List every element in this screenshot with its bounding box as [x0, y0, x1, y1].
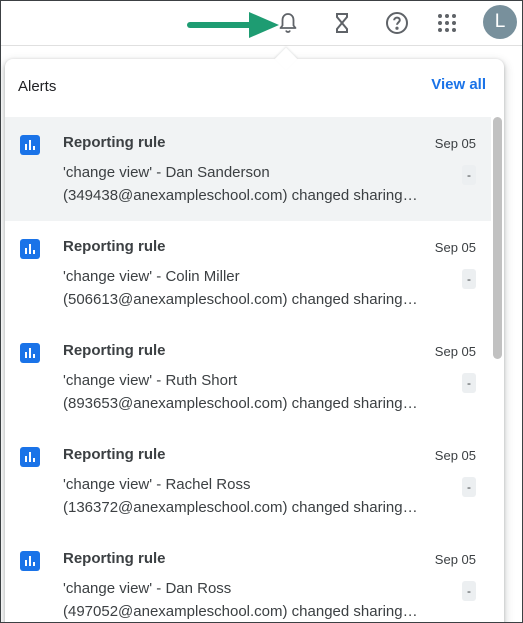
pointer-arrow-annotation	[187, 12, 279, 38]
alert-status-badge: -	[462, 269, 476, 289]
alert-title: Reporting rule	[63, 134, 166, 151]
alert-title: Reporting rule	[63, 550, 166, 567]
alert-date: Sep 05	[434, 240, 476, 255]
alert-item[interactable]: Reporting rule Sep 05 'change view' - Ruth…	[5, 325, 492, 429]
help-icon[interactable]	[381, 7, 413, 39]
alert-item[interactable]: Reporting rule Sep 05 'change view' - Coli…	[5, 221, 492, 325]
alert-date: Sep 05	[434, 552, 476, 567]
alert-detail-line: (893653@anexampleschool.com) changed sha…	[63, 395, 418, 412]
report-chart-icon	[20, 447, 40, 467]
report-chart-icon	[20, 135, 40, 155]
alert-status-badge: -	[462, 165, 476, 185]
alerts-panel: Alerts View all Reporting rule Sep 05 'cha…	[5, 59, 504, 622]
alerts-title: Alerts	[18, 78, 57, 95]
alert-date: Sep 05	[434, 136, 476, 151]
alert-summary-line: 'change view' - Colin Miller	[63, 268, 240, 285]
avatar-initial: L	[494, 11, 506, 32]
apps-grid-icon[interactable]	[431, 7, 463, 39]
alert-detail-line: (497052@anexampleschool.com) changed sha…	[63, 603, 418, 620]
alert-title: Reporting rule	[63, 342, 166, 359]
alert-date: Sep 05	[434, 344, 476, 359]
hourglass-icon[interactable]	[326, 7, 358, 39]
alert-item[interactable]: Reporting rule Sep 05 'change view' - Dan …	[5, 533, 492, 622]
alert-detail-line: (136372@anexampleschool.com) changed sha…	[63, 499, 418, 516]
report-chart-icon	[20, 551, 40, 571]
account-avatar[interactable]: L	[483, 5, 517, 39]
report-chart-icon	[20, 343, 40, 363]
view-all-link[interactable]: View all	[431, 76, 486, 93]
alerts-list: Reporting rule Sep 05 'change view' - Dan …	[5, 117, 492, 622]
report-chart-icon	[20, 239, 40, 259]
alert-summary-line: 'change view' - Rachel Ross	[63, 476, 251, 493]
alert-title: Reporting rule	[63, 238, 166, 255]
alert-summary-line: 'change view' - Dan Ross	[63, 580, 232, 597]
alert-title: Reporting rule	[63, 446, 166, 463]
alert-detail-line: (506613@anexampleschool.com) changed sha…	[63, 291, 418, 308]
alert-item[interactable]: Reporting rule Sep 05 'change view' - Dan …	[5, 117, 492, 221]
alert-status-badge: -	[462, 373, 476, 393]
alert-date: Sep 05	[434, 448, 476, 463]
alert-item[interactable]: Reporting rule Sep 05 'change view' - Rach…	[5, 429, 492, 533]
alert-summary-line: 'change view' - Ruth Short	[63, 372, 238, 389]
window-frame: L Alerts View all Reporting rule Sep 05 'c…	[0, 0, 523, 623]
alert-status-badge: -	[462, 477, 476, 497]
alert-status-badge: -	[462, 581, 476, 601]
scrollbar-thumb[interactable]	[493, 117, 502, 359]
alert-summary-line: 'change view' - Dan Sanderson	[63, 164, 270, 181]
top-app-bar: L	[1, 1, 522, 45]
top-bar-divider	[1, 45, 522, 46]
alert-detail-line: (349438@anexampleschool.com) changed sha…	[63, 187, 418, 204]
alerts-panel-header: Alerts View all	[5, 59, 504, 117]
notifications-bell-icon[interactable]	[272, 7, 304, 39]
